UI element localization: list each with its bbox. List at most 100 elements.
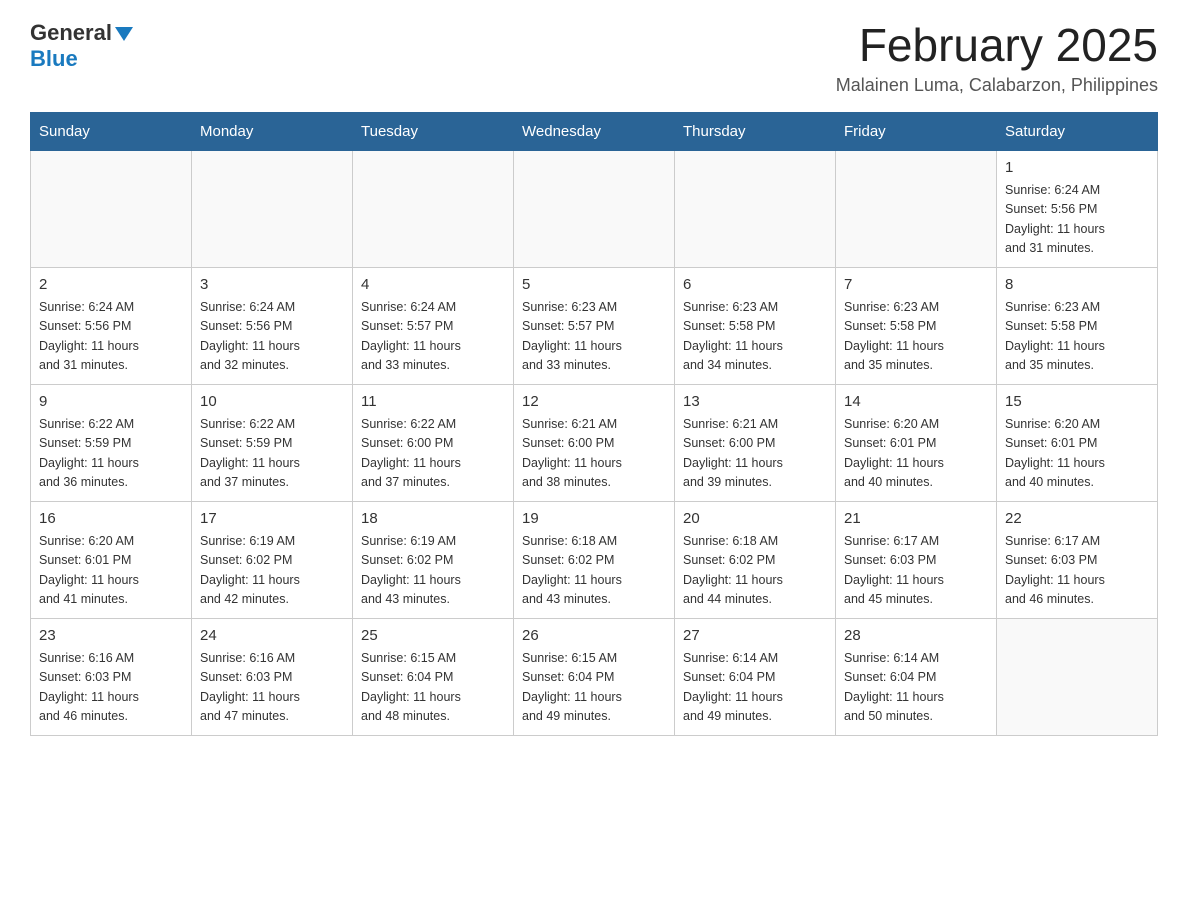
day-info: Sunrise: 6:23 AM Sunset: 5:58 PM Dayligh… (683, 298, 827, 376)
day-info: Sunrise: 6:15 AM Sunset: 6:04 PM Dayligh… (361, 649, 505, 727)
day-info: Sunrise: 6:20 AM Sunset: 6:01 PM Dayligh… (39, 532, 183, 610)
day-info: Sunrise: 6:16 AM Sunset: 6:03 PM Dayligh… (39, 649, 183, 727)
day-header-thursday: Thursday (675, 112, 836, 150)
calendar-cell: 9Sunrise: 6:22 AM Sunset: 5:59 PM Daylig… (31, 384, 192, 501)
calendar-cell: 24Sunrise: 6:16 AM Sunset: 6:03 PM Dayli… (192, 618, 353, 735)
calendar-cell: 11Sunrise: 6:22 AM Sunset: 6:00 PM Dayli… (353, 384, 514, 501)
calendar-table: SundayMondayTuesdayWednesdayThursdayFrid… (30, 112, 1158, 736)
calendar-cell: 6Sunrise: 6:23 AM Sunset: 5:58 PM Daylig… (675, 267, 836, 384)
calendar-cell: 14Sunrise: 6:20 AM Sunset: 6:01 PM Dayli… (836, 384, 997, 501)
day-number: 15 (1005, 391, 1149, 414)
page-title: February 2025 (836, 20, 1158, 71)
day-number: 27 (683, 625, 827, 648)
logo-general-text: General (30, 20, 112, 46)
calendar-cell: 10Sunrise: 6:22 AM Sunset: 5:59 PM Dayli… (192, 384, 353, 501)
calendar-cell: 8Sunrise: 6:23 AM Sunset: 5:58 PM Daylig… (997, 267, 1158, 384)
calendar-cell (192, 150, 353, 267)
day-header-monday: Monday (192, 112, 353, 150)
day-header-saturday: Saturday (997, 112, 1158, 150)
day-number: 1 (1005, 157, 1149, 180)
day-info: Sunrise: 6:23 AM Sunset: 5:58 PM Dayligh… (844, 298, 988, 376)
calendar-cell: 7Sunrise: 6:23 AM Sunset: 5:58 PM Daylig… (836, 267, 997, 384)
day-info: Sunrise: 6:23 AM Sunset: 5:57 PM Dayligh… (522, 298, 666, 376)
day-number: 6 (683, 274, 827, 297)
calendar-cell: 28Sunrise: 6:14 AM Sunset: 6:04 PM Dayli… (836, 618, 997, 735)
title-area: February 2025 Malainen Luma, Calabarzon,… (836, 20, 1158, 96)
calendar-cell: 17Sunrise: 6:19 AM Sunset: 6:02 PM Dayli… (192, 501, 353, 618)
calendar-cell (997, 618, 1158, 735)
day-info: Sunrise: 6:20 AM Sunset: 6:01 PM Dayligh… (844, 415, 988, 493)
day-info: Sunrise: 6:23 AM Sunset: 5:58 PM Dayligh… (1005, 298, 1149, 376)
day-number: 16 (39, 508, 183, 531)
calendar-cell: 27Sunrise: 6:14 AM Sunset: 6:04 PM Dayli… (675, 618, 836, 735)
calendar-cell: 21Sunrise: 6:17 AM Sunset: 6:03 PM Dayli… (836, 501, 997, 618)
day-number: 23 (39, 625, 183, 648)
calendar-cell: 20Sunrise: 6:18 AM Sunset: 6:02 PM Dayli… (675, 501, 836, 618)
day-header-tuesday: Tuesday (353, 112, 514, 150)
logo: General Blue (30, 20, 133, 72)
day-number: 13 (683, 391, 827, 414)
calendar-cell: 15Sunrise: 6:20 AM Sunset: 6:01 PM Dayli… (997, 384, 1158, 501)
day-number: 17 (200, 508, 344, 531)
day-info: Sunrise: 6:15 AM Sunset: 6:04 PM Dayligh… (522, 649, 666, 727)
header: General Blue February 2025 Malainen Luma… (30, 20, 1158, 96)
day-number: 11 (361, 391, 505, 414)
week-row-3: 9Sunrise: 6:22 AM Sunset: 5:59 PM Daylig… (31, 384, 1158, 501)
day-number: 18 (361, 508, 505, 531)
day-info: Sunrise: 6:14 AM Sunset: 6:04 PM Dayligh… (844, 649, 988, 727)
calendar-cell: 23Sunrise: 6:16 AM Sunset: 6:03 PM Dayli… (31, 618, 192, 735)
calendar-cell: 3Sunrise: 6:24 AM Sunset: 5:56 PM Daylig… (192, 267, 353, 384)
calendar-cell: 25Sunrise: 6:15 AM Sunset: 6:04 PM Dayli… (353, 618, 514, 735)
day-info: Sunrise: 6:19 AM Sunset: 6:02 PM Dayligh… (361, 532, 505, 610)
week-row-1: 1Sunrise: 6:24 AM Sunset: 5:56 PM Daylig… (31, 150, 1158, 267)
calendar-cell: 5Sunrise: 6:23 AM Sunset: 5:57 PM Daylig… (514, 267, 675, 384)
day-info: Sunrise: 6:24 AM Sunset: 5:56 PM Dayligh… (1005, 181, 1149, 259)
calendar-cell: 26Sunrise: 6:15 AM Sunset: 6:04 PM Dayli… (514, 618, 675, 735)
day-number: 2 (39, 274, 183, 297)
day-number: 25 (361, 625, 505, 648)
day-number: 5 (522, 274, 666, 297)
day-info: Sunrise: 6:18 AM Sunset: 6:02 PM Dayligh… (522, 532, 666, 610)
calendar-cell: 12Sunrise: 6:21 AM Sunset: 6:00 PM Dayli… (514, 384, 675, 501)
day-header-friday: Friday (836, 112, 997, 150)
calendar-header: SundayMondayTuesdayWednesdayThursdayFrid… (31, 112, 1158, 150)
week-row-2: 2Sunrise: 6:24 AM Sunset: 5:56 PM Daylig… (31, 267, 1158, 384)
logo-blue-text: Blue (30, 46, 78, 72)
day-info: Sunrise: 6:19 AM Sunset: 6:02 PM Dayligh… (200, 532, 344, 610)
calendar-cell (836, 150, 997, 267)
day-info: Sunrise: 6:22 AM Sunset: 5:59 PM Dayligh… (39, 415, 183, 493)
calendar-cell: 13Sunrise: 6:21 AM Sunset: 6:00 PM Dayli… (675, 384, 836, 501)
day-number: 12 (522, 391, 666, 414)
calendar-cell: 19Sunrise: 6:18 AM Sunset: 6:02 PM Dayli… (514, 501, 675, 618)
calendar-cell: 16Sunrise: 6:20 AM Sunset: 6:01 PM Dayli… (31, 501, 192, 618)
day-info: Sunrise: 6:17 AM Sunset: 6:03 PM Dayligh… (1005, 532, 1149, 610)
day-info: Sunrise: 6:24 AM Sunset: 5:57 PM Dayligh… (361, 298, 505, 376)
day-number: 22 (1005, 508, 1149, 531)
calendar-cell: 18Sunrise: 6:19 AM Sunset: 6:02 PM Dayli… (353, 501, 514, 618)
day-info: Sunrise: 6:16 AM Sunset: 6:03 PM Dayligh… (200, 649, 344, 727)
day-info: Sunrise: 6:22 AM Sunset: 6:00 PM Dayligh… (361, 415, 505, 493)
week-row-5: 23Sunrise: 6:16 AM Sunset: 6:03 PM Dayli… (31, 618, 1158, 735)
day-number: 19 (522, 508, 666, 531)
day-header-sunday: Sunday (31, 112, 192, 150)
calendar-cell: 22Sunrise: 6:17 AM Sunset: 6:03 PM Dayli… (997, 501, 1158, 618)
calendar-cell (675, 150, 836, 267)
week-row-4: 16Sunrise: 6:20 AM Sunset: 6:01 PM Dayli… (31, 501, 1158, 618)
day-header-row: SundayMondayTuesdayWednesdayThursdayFrid… (31, 112, 1158, 150)
day-number: 21 (844, 508, 988, 531)
day-info: Sunrise: 6:18 AM Sunset: 6:02 PM Dayligh… (683, 532, 827, 610)
day-number: 9 (39, 391, 183, 414)
day-number: 8 (1005, 274, 1149, 297)
day-number: 14 (844, 391, 988, 414)
calendar-cell (31, 150, 192, 267)
day-number: 7 (844, 274, 988, 297)
subtitle: Malainen Luma, Calabarzon, Philippines (836, 75, 1158, 96)
day-info: Sunrise: 6:22 AM Sunset: 5:59 PM Dayligh… (200, 415, 344, 493)
day-header-wednesday: Wednesday (514, 112, 675, 150)
calendar-body: 1Sunrise: 6:24 AM Sunset: 5:56 PM Daylig… (31, 150, 1158, 735)
day-info: Sunrise: 6:24 AM Sunset: 5:56 PM Dayligh… (39, 298, 183, 376)
day-info: Sunrise: 6:14 AM Sunset: 6:04 PM Dayligh… (683, 649, 827, 727)
day-info: Sunrise: 6:24 AM Sunset: 5:56 PM Dayligh… (200, 298, 344, 376)
day-info: Sunrise: 6:17 AM Sunset: 6:03 PM Dayligh… (844, 532, 988, 610)
day-number: 20 (683, 508, 827, 531)
